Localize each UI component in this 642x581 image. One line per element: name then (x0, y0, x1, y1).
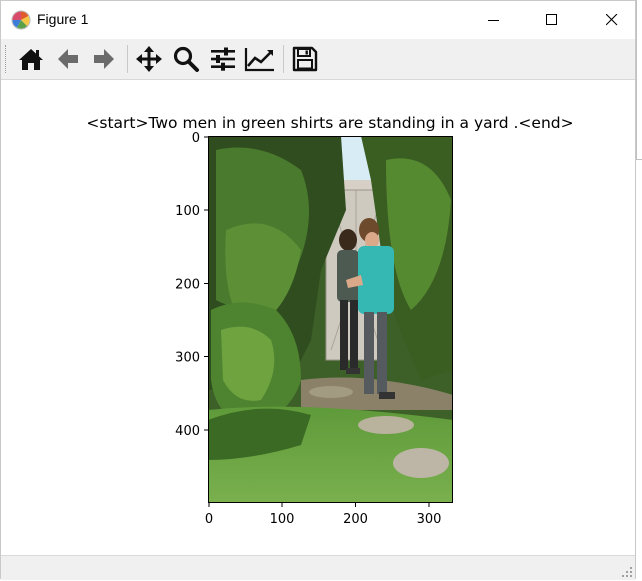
x-axis: 0 100 200 300 (205, 503, 442, 527)
window-title: Figure 1 (37, 11, 89, 27)
toolbar-grip[interactable] (5, 45, 9, 73)
configure-subplots-button[interactable] (207, 43, 239, 75)
y-tick-label: 100 (175, 204, 200, 219)
forward-button[interactable] (88, 43, 120, 75)
resize-grip-icon[interactable] (621, 566, 633, 578)
maximize-icon (546, 14, 557, 25)
floppy-disk-icon (292, 46, 318, 72)
x-tick-label: 300 (417, 512, 442, 527)
y-tick-label: 300 (175, 351, 200, 366)
figure-title: <start>Two men in green shirts are stand… (86, 114, 573, 132)
pan-button[interactable] (133, 43, 165, 75)
status-bar (1, 555, 635, 580)
back-button[interactable] (52, 43, 84, 75)
magnifier-icon (173, 46, 199, 72)
y-axis: 0 100 200 300 400 (175, 131, 208, 439)
x-tick-label: 0 (205, 512, 213, 527)
move-arrows-icon (136, 46, 162, 72)
x-tick-label: 200 (343, 512, 368, 527)
matplotlib-app-icon (11, 10, 31, 30)
background-window-edge (636, 0, 642, 160)
photo-image (208, 136, 453, 503)
maximize-button[interactable] (529, 1, 575, 39)
zoom-button[interactable] (170, 43, 202, 75)
figure-canvas[interactable]: <start>Two men in green shirts are stand… (1, 80, 635, 555)
save-button[interactable] (289, 43, 321, 75)
edit-axes-button[interactable] (244, 43, 276, 75)
arrow-right-icon (94, 49, 114, 69)
toolbar-separator (127, 45, 128, 73)
home-icon (19, 49, 43, 70)
arrow-left-icon (58, 49, 78, 69)
line-chart-icon (244, 48, 274, 72)
sliders-icon (211, 47, 235, 71)
y-tick-label: 200 (175, 278, 200, 293)
close-icon (606, 14, 618, 26)
figure-window: Figure 1 <start>Two men in green shirts … (0, 0, 636, 580)
title-bar[interactable]: Figure 1 (1, 1, 635, 39)
figure-svg: <start>Two men in green shirts are stand… (86, 114, 573, 527)
close-button[interactable] (589, 1, 635, 39)
y-tick-label: 0 (192, 131, 200, 146)
minimize-button[interactable] (471, 1, 517, 39)
navigation-toolbar (1, 39, 635, 80)
home-button[interactable] (15, 43, 47, 75)
y-tick-label: 400 (175, 424, 200, 439)
minimize-icon (488, 20, 499, 21)
x-tick-label: 100 (270, 512, 295, 527)
toolbar-separator (283, 45, 284, 73)
